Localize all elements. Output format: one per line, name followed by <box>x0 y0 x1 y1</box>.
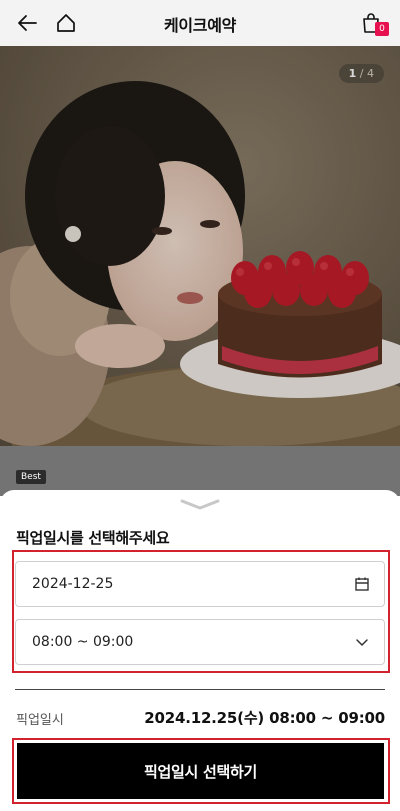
confirm-pickup-button[interactable]: 픽업일시 선택하기 <box>17 743 384 799</box>
pickup-date-value: 2024-12-25 <box>32 576 114 592</box>
app-header: 케이크예약 0 <box>0 0 400 46</box>
page-title: 케이크예약 <box>163 16 237 35</box>
pickup-time-select[interactable]: 08:00 ~ 09:00 <box>15 619 385 665</box>
best-badge: Best <box>16 470 46 484</box>
overlay-dim[interactable] <box>0 46 400 446</box>
sheet-title: 픽업일시를 선택해주세요 <box>16 529 170 547</box>
pickup-date-field[interactable]: 2024-12-25 <box>15 561 385 607</box>
pickup-summary-label: 픽업일시 <box>16 713 64 728</box>
chevron-down-handle-icon[interactable] <box>180 498 220 512</box>
overlay-dim-lower[interactable] <box>0 446 400 496</box>
chevron-down-icon[interactable] <box>354 634 370 650</box>
pickup-time-value: 08:00 ~ 09:00 <box>32 634 134 650</box>
shopping-bag-icon[interactable]: 0 <box>356 8 389 38</box>
pickup-summary-value: 2024.12.25(수) 08:00 ~ 09:00 <box>144 709 385 727</box>
divider <box>15 689 385 690</box>
calendar-icon[interactable] <box>354 576 370 592</box>
cart-count-badge: 0 <box>375 22 389 36</box>
